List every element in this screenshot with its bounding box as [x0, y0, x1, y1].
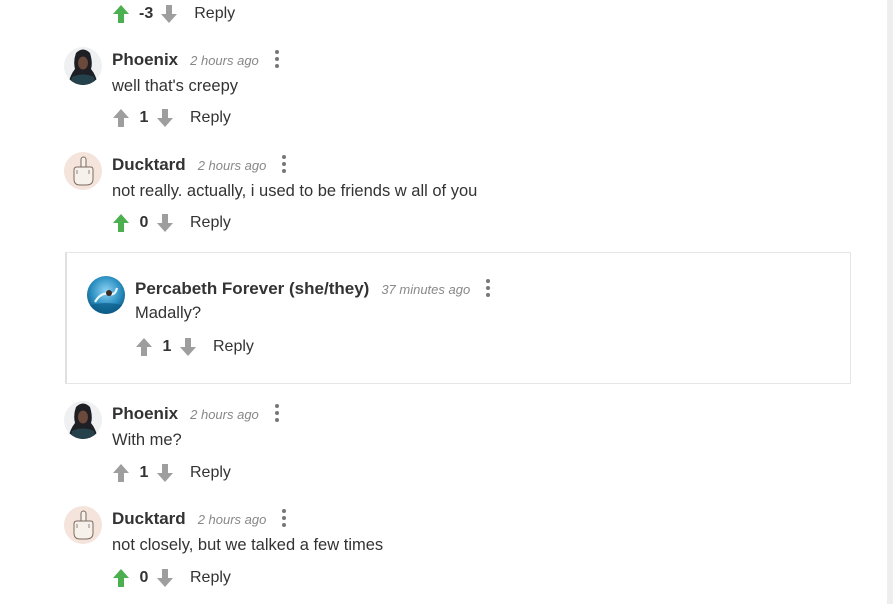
vote-score: 0 — [139, 569, 149, 586]
reply-button[interactable]: Reply — [190, 214, 231, 232]
vote-bar: 0 Reply — [112, 565, 231, 591]
comment: Ducktard 2 hours ago not really. actuall… — [64, 152, 864, 242]
vote-score: 1 — [139, 109, 149, 126]
comment-text: With me? — [112, 431, 182, 449]
timestamp[interactable]: 37 minutes ago — [381, 282, 470, 297]
scrollbar[interactable] — [887, 0, 893, 604]
arrow-down-icon[interactable] — [156, 213, 174, 233]
nested-reply-container: Percabeth Forever (she/they) 37 minutes … — [65, 252, 851, 384]
more-vertical-icon[interactable] — [486, 279, 491, 297]
comment-text: well that's creepy — [112, 77, 239, 95]
more-vertical-icon[interactable] — [274, 404, 279, 422]
avatar[interactable] — [64, 47, 102, 85]
comment-text: not closely, but we talked a few times — [112, 536, 384, 554]
avatar[interactable] — [64, 506, 102, 544]
comment: Phoenix 2 hours ago well that's creepy 1… — [64, 47, 864, 137]
arrow-up-icon[interactable] — [112, 213, 130, 233]
author-name[interactable]: Ducktard — [112, 509, 186, 529]
vote-score: 1 — [162, 338, 172, 355]
avatar[interactable] — [64, 152, 102, 190]
comment: Ducktard 2 hours ago not closely, but we… — [64, 506, 864, 596]
arrow-up-icon[interactable] — [135, 337, 153, 357]
arrow-up-icon[interactable] — [112, 463, 130, 483]
arrow-up-icon[interactable] — [112, 4, 130, 24]
vote-score: 1 — [139, 464, 149, 481]
vote-score: -3 — [139, 5, 154, 22]
reply-button[interactable]: Reply — [190, 464, 231, 482]
author-name[interactable]: Percabeth Forever (she/they) — [135, 279, 369, 299]
vote-bar: 1 Reply — [135, 334, 254, 360]
timestamp[interactable]: 2 hours ago — [198, 512, 267, 527]
timestamp[interactable]: 2 hours ago — [198, 158, 267, 173]
comment: Percabeth Forever (she/they) 37 minutes … — [87, 276, 827, 366]
vote-bar: 0 Reply — [112, 210, 231, 236]
more-vertical-icon[interactable] — [274, 50, 279, 68]
comments-page: -3 Reply Phoenix 2 hours ago well that's… — [0, 0, 893, 604]
vote-bar: -3 Reply — [112, 1, 235, 27]
more-vertical-icon[interactable] — [282, 509, 287, 527]
comment-header: Phoenix 2 hours ago — [112, 47, 279, 71]
author-name[interactable]: Phoenix — [112, 50, 178, 70]
reply-button[interactable]: Reply — [190, 109, 231, 127]
comment-header: Ducktard 2 hours ago — [112, 152, 287, 176]
vote-bar: 1 Reply — [112, 460, 231, 486]
vote-bar: 1 Reply — [112, 105, 231, 131]
reply-button[interactable]: Reply — [213, 338, 254, 356]
arrow-down-icon[interactable] — [156, 568, 174, 588]
author-name[interactable]: Ducktard — [112, 155, 186, 175]
comment-header: Percabeth Forever (she/they) 37 minutes … — [135, 276, 491, 300]
arrow-up-icon[interactable] — [112, 568, 130, 588]
arrow-down-icon[interactable] — [156, 108, 174, 128]
comment-text: Madally? — [135, 304, 202, 322]
author-name[interactable]: Phoenix — [112, 404, 178, 424]
timestamp[interactable]: 2 hours ago — [190, 407, 259, 422]
comment-header: Phoenix 2 hours ago — [112, 401, 279, 425]
avatar[interactable] — [64, 401, 102, 439]
comment: Phoenix 2 hours ago With me? 1 Reply — [64, 401, 864, 491]
arrow-down-icon[interactable] — [160, 4, 178, 24]
reply-button[interactable]: Reply — [194, 5, 235, 23]
reply-button[interactable]: Reply — [190, 569, 231, 587]
vote-score: 0 — [139, 214, 149, 231]
arrow-down-icon[interactable] — [156, 463, 174, 483]
timestamp[interactable]: 2 hours ago — [190, 53, 259, 68]
avatar[interactable] — [87, 276, 125, 314]
arrow-up-icon[interactable] — [112, 108, 130, 128]
more-vertical-icon[interactable] — [282, 155, 287, 173]
comment-header: Ducktard 2 hours ago — [112, 506, 287, 530]
arrow-down-icon[interactable] — [179, 337, 197, 357]
comment-text: not really. actually, i used to be frien… — [112, 182, 478, 200]
